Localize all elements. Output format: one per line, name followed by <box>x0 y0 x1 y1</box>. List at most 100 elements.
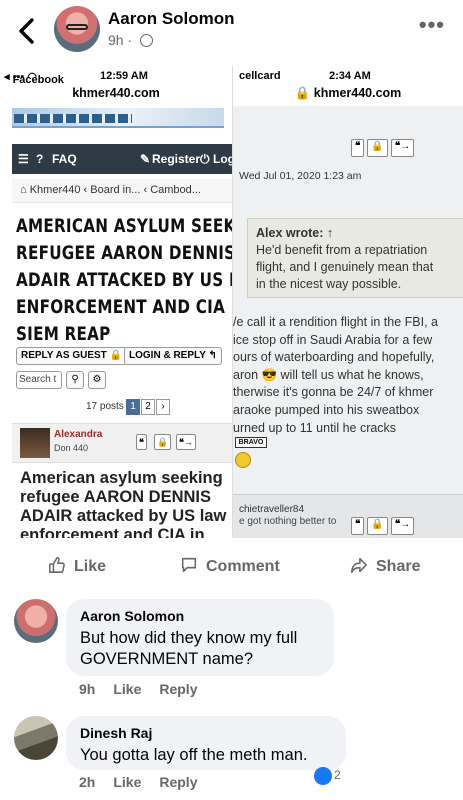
quote-line: He'd benefit from a repatriation <box>256 243 428 257</box>
comment-time[interactable]: 2h <box>79 774 95 790</box>
comment-author[interactable]: Dinesh Raj <box>80 725 332 741</box>
comment-avatar[interactable] <box>14 716 58 760</box>
login-reply-button[interactable]: LOGIN & REPLY ↰ <box>124 347 222 365</box>
comment-reactions[interactable]: 2 <box>314 767 341 787</box>
nav-register[interactable]: Register <box>152 152 200 166</box>
right-carrier: cellcard <box>239 70 281 82</box>
quote-line: in the nicest way possible. <box>256 277 402 291</box>
topic-title: AMERICAN ASYLUM SEEKING REFUGEE AARON DE… <box>16 213 233 348</box>
topic-search-input[interactable]: Search t <box>16 371 62 389</box>
share-label: Share <box>376 558 421 575</box>
nav-login[interactable]: Log <box>213 152 232 166</box>
right-url-text: khmer440.com <box>313 86 402 100</box>
quote-icon[interactable]: ❝ <box>351 517 365 535</box>
more-options-button[interactable]: ••• <box>419 12 445 38</box>
lock-icon[interactable]: 🔒 <box>367 139 388 157</box>
next-page-icon[interactable]: › <box>156 399 170 415</box>
author-avatar[interactable] <box>54 6 100 52</box>
body-line: urned up to 11 until he cracks <box>233 420 397 435</box>
lock-icon: 🔒 <box>294 86 311 100</box>
comment-icon <box>181 557 197 573</box>
left-status-bar: ◂ Facebook ▪▪▪ ◠ 12:59 AM <box>0 66 232 86</box>
comment-bubble: Dinesh Raj You gotta lay off the meth ma… <box>66 716 346 770</box>
heading-line: refugee AARON DENNIS <box>20 488 211 506</box>
post-author-name[interactable]: Aaron Solomon <box>108 9 235 29</box>
share-icon <box>351 557 367 573</box>
crumb-3[interactable]: Cambod... <box>150 184 201 196</box>
power-icon: ⏻ <box>200 152 210 166</box>
heading-line: enforcement and CIA in <box>20 526 205 538</box>
next-post-username[interactable]: chietraveller84 <box>239 504 304 515</box>
like-reaction-icon <box>314 767 332 785</box>
quote-reply-icon[interactable]: ❝→ <box>390 139 415 157</box>
share-button[interactable]: Share <box>350 556 420 576</box>
lock-icon[interactable]: 🔒 <box>154 434 172 450</box>
post-buttons-top: ❝ 🔒 ❝→ <box>351 136 417 157</box>
body-line: aron 😎 will tell us what he knows, <box>233 367 424 382</box>
heading-line: American asylum seeking <box>20 469 223 487</box>
forum-nav: ☰ ? FAQ ✎ Register ⏻ Log <box>12 144 232 174</box>
forum-avatar <box>20 428 50 458</box>
page-2-button[interactable]: 2 <box>141 399 155 415</box>
heading-line: ADAIR attacked by US law <box>20 507 227 525</box>
forum-rank: Don 440 <box>54 443 89 453</box>
menu-icon[interactable]: ☰ <box>18 152 29 166</box>
comment-meta: 2h Like Reply <box>79 774 215 790</box>
post-timestamp[interactable]: 9h · <box>108 32 154 48</box>
quote-author: Alex wrote: ↑ <box>256 226 334 240</box>
posts-count: 17 posts <box>86 401 124 412</box>
like-label: Like <box>74 558 107 575</box>
comment-like-button[interactable]: Like <box>113 681 141 697</box>
title-line: AMERICAN ASYLUM SEEKING <box>16 215 232 237</box>
comment-meta: 9h Like Reply <box>79 681 215 697</box>
quote-reply-icon[interactable]: ❝→ <box>176 434 196 450</box>
body-line: therwise it's gonna be 24/7 of khmer <box>233 385 434 400</box>
forum-username[interactable]: Alexandra <box>54 429 102 440</box>
quote-line: flight, and I genuinely mean that <box>256 260 434 274</box>
breadcrumb: ⌂ Khmer440 ‹ Board in... ‹ Cambod... <box>12 179 232 203</box>
chevron-left-icon[interactable] <box>16 16 38 46</box>
body-line: ice stop off in Saudi Arabia for a few <box>233 332 433 347</box>
reaction-count: 2 <box>334 768 341 783</box>
post-body: /e call it a rendition flight in the FBI… <box>233 314 463 437</box>
right-time: 2:34 AM <box>329 70 371 82</box>
comment-author[interactable]: Aaron Solomon <box>80 608 320 624</box>
comment-avatar[interactable] <box>14 599 58 643</box>
nav-faq[interactable]: FAQ <box>52 152 77 166</box>
quote-reply-icon[interactable]: ❝→ <box>390 517 415 535</box>
post-heading: American asylum seeking refugee AARON DE… <box>20 469 232 538</box>
comment-like-button[interactable]: Like <box>113 774 141 790</box>
crumb-2[interactable]: Board in... <box>90 184 140 196</box>
title-line: SIEM REAP <box>16 323 111 345</box>
title-line: ADAIR ATTACKED BY US LAW <box>16 269 232 291</box>
post-actions: Like Comment Share <box>0 548 463 588</box>
comment-text: You gotta lay off the meth man. <box>80 746 308 764</box>
reply-arrow-icon: ↰ <box>208 350 217 361</box>
comment-reply-button[interactable]: Reply <box>159 774 197 790</box>
search-icon[interactable]: ⚲ <box>66 371 84 389</box>
quote-icon[interactable]: ❝ <box>136 434 147 450</box>
comment-line: But how did they know my full <box>80 629 298 647</box>
page-1-button[interactable]: 1 <box>126 399 140 415</box>
comment-button[interactable]: Comment <box>180 556 280 576</box>
reply-as-guest-button[interactable]: REPLY AS GUEST 🔒 <box>16 347 128 365</box>
title-line: REFUGEE AARON DENNIS <box>16 242 233 264</box>
edit-icon: ✎ <box>140 152 151 166</box>
comment-time[interactable]: 9h <box>79 681 95 697</box>
like-button[interactable]: Like <box>48 556 106 576</box>
lock-icon[interactable]: 🔒 <box>367 517 388 535</box>
quote-icon[interactable]: ❝ <box>351 139 365 157</box>
crumb-1[interactable]: Khmer440 <box>30 184 81 196</box>
thumbs-up-icon <box>49 557 65 573</box>
gear-icon[interactable]: ⚙ <box>88 371 106 389</box>
right-screenshot: cellcard 2:34 AM 🔒 khmer440.com ❝ 🔒 ❝→ Wed… <box>233 66 463 538</box>
post-time-text: 9h <box>108 32 124 48</box>
post-date: Wed Jul 01, 2020 1:23 am <box>239 170 362 182</box>
home-icon: ⌂ <box>20 184 27 196</box>
comment-reply-button[interactable]: Reply <box>159 681 197 697</box>
body-line: ours of waterboarding and hopefully, <box>233 350 435 365</box>
post-image[interactable]: ◂ Facebook ▪▪▪ ◠ 12:59 AM khmer440.com ☰… <box>0 66 463 538</box>
body-line: araoke pumped into his sweatbox <box>233 402 420 417</box>
smiley-icon <box>235 452 251 468</box>
left-screenshot: ◂ Facebook ▪▪▪ ◠ 12:59 AM khmer440.com ☰… <box>0 66 233 538</box>
